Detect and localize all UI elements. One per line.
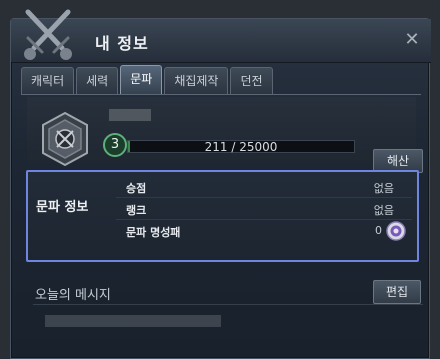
clan-level-badge: 3 <box>103 133 127 157</box>
edit-message-button[interactable]: 편집 <box>373 280 421 304</box>
clan-emblem-icon <box>42 111 88 167</box>
close-button[interactable]: ✕ <box>403 31 421 49</box>
tab-dungeon[interactable]: 던전 <box>230 67 273 94</box>
info-row-value: 0 <box>375 224 382 237</box>
tab-character[interactable]: 캐릭터 <box>21 67 75 94</box>
info-row-rank: 랭크 없음 <box>116 198 412 220</box>
clan-exp-bar: 211 / 25000 <box>127 140 355 154</box>
daily-message-title: 오늘의 메시지 <box>35 288 111 303</box>
tab-bar: 캐릭터 세력 문파 채집제작 던전 <box>21 65 273 95</box>
crossed-swords-icon <box>24 9 72 60</box>
window-title: 내 정보 <box>95 34 149 53</box>
clan-header: ■■■■ 3 211 / 25000 해산 <box>27 97 423 173</box>
message-divider <box>33 304 423 305</box>
info-row-key: 문파 명성패 <box>126 226 181 239</box>
clan-info-label: 문파 정보 <box>36 200 89 215</box>
info-row-value: 없음 <box>373 204 394 217</box>
info-row-fame-token: 문파 명성패 0 <box>116 220 412 242</box>
info-row-key: 랭크 <box>126 204 147 217</box>
tab-gathering-crafting[interactable]: 채집제작 <box>164 67 229 94</box>
tab-faction[interactable]: 세력 <box>76 67 119 94</box>
clan-name: ■■■■ <box>109 109 151 121</box>
fame-token-icon <box>386 221 406 241</box>
daily-message-text: ■■■■■■■■■■■■■■■■■■ <box>45 315 221 327</box>
tab-divider <box>21 94 421 95</box>
clan-info-panel: 문파 정보 승점 없음 랭크 없음 문파 명성패 0 <box>26 170 419 262</box>
info-row-value: 없음 <box>373 182 394 195</box>
tab-clan[interactable]: 문파 <box>120 65 163 94</box>
info-row-key: 승점 <box>126 182 147 195</box>
clan-exp-text: 211 / 25000 <box>204 140 278 154</box>
my-info-window: 내 정보 ✕ 캐릭터 세력 문파 채집제작 던전 ■■■■ 3 211 / 25… <box>10 18 431 359</box>
info-row-points: 승점 없음 <box>116 176 412 198</box>
clan-info-table: 승점 없음 랭크 없음 문파 명성패 0 <box>116 176 412 242</box>
